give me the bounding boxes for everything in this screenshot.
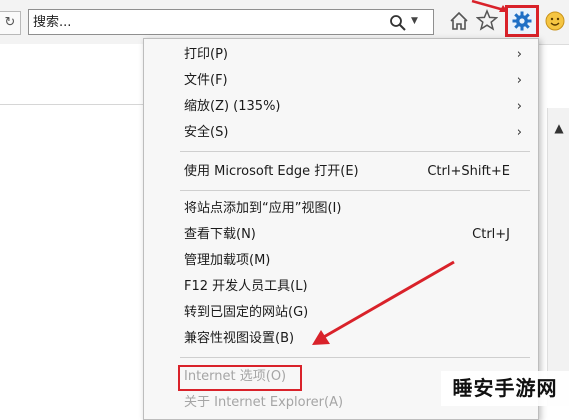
annotation-arrow-icon bbox=[312, 260, 455, 345]
menu-item-label: 关于 Internet Explorer(A) bbox=[184, 395, 344, 410]
menu-item-print[interactable]: 打印(P) › bbox=[144, 42, 536, 68]
menu-item-label: 兼容性视图设置(B) bbox=[184, 331, 295, 346]
page-content-area bbox=[0, 44, 145, 105]
menu-item-add-to-apps[interactable]: 将站点添加到“应用”视图(I) bbox=[144, 196, 536, 222]
menu-item-label: 文件(F) bbox=[184, 73, 228, 88]
menu-item-open-in-edge[interactable]: 使用 Microsoft Edge 打开(E) Ctrl+Shift+E bbox=[144, 159, 536, 185]
refresh-icon: ↻ bbox=[4, 15, 16, 30]
menu-item-label: 将站点添加到“应用”视图(I) bbox=[184, 201, 342, 216]
menu-item-label: 转到已固定的网站(G) bbox=[184, 305, 309, 320]
gear-icon bbox=[512, 11, 532, 31]
tools-menu: 打印(P) › 文件(F) › 缩放(Z) (135%) › 安全(S) › 使… bbox=[143, 38, 539, 420]
annotation-arrow-icon bbox=[471, 0, 508, 12]
scroll-up-icon[interactable]: ▲ bbox=[548, 118, 569, 138]
chevron-right-icon: › bbox=[516, 125, 522, 140]
search-box[interactable]: ▼ bbox=[28, 9, 434, 35]
watermark: 睡安手游网 bbox=[441, 371, 569, 406]
menu-item-view-downloads[interactable]: 查看下载(N) Ctrl+J bbox=[144, 222, 536, 248]
menu-item-shortcut: Ctrl+J bbox=[472, 227, 510, 242]
menu-item-label: 管理加载项(M) bbox=[184, 253, 271, 268]
search-icon[interactable] bbox=[389, 14, 407, 32]
tools-button[interactable] bbox=[505, 5, 539, 37]
menu-item-file[interactable]: 文件(F) › bbox=[144, 68, 536, 94]
menu-item-label: F12 开发人员工具(L) bbox=[184, 279, 308, 294]
menu-item-shortcut: Ctrl+Shift+E bbox=[427, 164, 510, 179]
chevron-right-icon: › bbox=[516, 47, 522, 62]
menu-item-safety[interactable]: 安全(S) › bbox=[144, 120, 536, 146]
menu-separator bbox=[180, 151, 530, 152]
home-icon[interactable] bbox=[448, 10, 470, 32]
menu-separator bbox=[180, 190, 530, 191]
refresh-button[interactable]: ↻ bbox=[0, 11, 21, 35]
vertical-scrollbar[interactable]: ▲ bbox=[547, 108, 569, 406]
search-input[interactable] bbox=[33, 12, 373, 32]
annotation-highlight-box bbox=[178, 365, 302, 391]
menu-item-label: 使用 Microsoft Edge 打开(E) bbox=[184, 164, 359, 179]
menu-item-label: 查看下载(N) bbox=[184, 227, 256, 242]
menu-item-label: 打印(P) bbox=[184, 47, 228, 62]
menu-item-label: 缩放(Z) (135%) bbox=[184, 99, 281, 114]
search-dropdown-icon[interactable]: ▼ bbox=[411, 16, 418, 26]
smiley-icon[interactable] bbox=[544, 10, 566, 32]
menu-item-zoom[interactable]: 缩放(Z) (135%) › bbox=[144, 94, 536, 120]
chevron-right-icon: › bbox=[516, 73, 522, 88]
menu-item-label: 安全(S) bbox=[184, 125, 229, 140]
chevron-right-icon: › bbox=[516, 99, 522, 114]
